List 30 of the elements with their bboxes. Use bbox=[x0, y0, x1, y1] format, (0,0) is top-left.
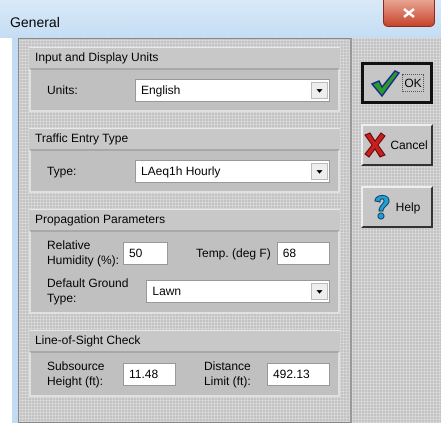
dropdown-caret-icon bbox=[311, 282, 328, 300]
field-label: Type: bbox=[46, 164, 78, 178]
close-button[interactable] bbox=[383, 0, 435, 27]
checkmark-icon bbox=[370, 69, 400, 97]
input-field[interactable]: 492.13 bbox=[267, 362, 330, 386]
field-label: Temp. (deg F) bbox=[195, 246, 271, 260]
input-field[interactable]: 50 bbox=[123, 242, 168, 264]
window-title: General bbox=[10, 14, 61, 30]
dropdown[interactable]: LAeq1h Hourly bbox=[135, 160, 330, 182]
field-label: Subsource Height (ft): bbox=[46, 359, 106, 389]
field-label: Distance Limit (ft): bbox=[203, 359, 251, 389]
field-label: Units: bbox=[46, 82, 79, 98]
dropdown-caret-icon bbox=[311, 82, 328, 98]
help-button[interactable]: Help bbox=[360, 186, 432, 228]
dropdown[interactable]: English bbox=[135, 78, 330, 102]
field-label: Default Ground Type: bbox=[46, 276, 128, 306]
input-field[interactable]: 11.48 bbox=[123, 362, 176, 386]
input-field[interactable]: 68 bbox=[276, 242, 330, 264]
cross-icon bbox=[364, 132, 386, 158]
dropdown-caret-icon bbox=[311, 162, 328, 180]
group-title: Line-of-Sight Check bbox=[29, 330, 340, 351]
ok-button[interactable]: OK bbox=[360, 62, 432, 104]
close-icon bbox=[403, 8, 415, 18]
question-mark-icon bbox=[372, 193, 392, 221]
cancel-button[interactable]: Cancel bbox=[360, 124, 432, 166]
group-title: Propagation Parameters bbox=[29, 209, 340, 230]
group-title: Traffic Entry Type bbox=[29, 128, 340, 149]
dropdown[interactable]: Lawn bbox=[146, 280, 330, 302]
group-title: Input and Display Units bbox=[29, 47, 340, 68]
field-label: Relative Humidity (%): bbox=[46, 238, 117, 268]
